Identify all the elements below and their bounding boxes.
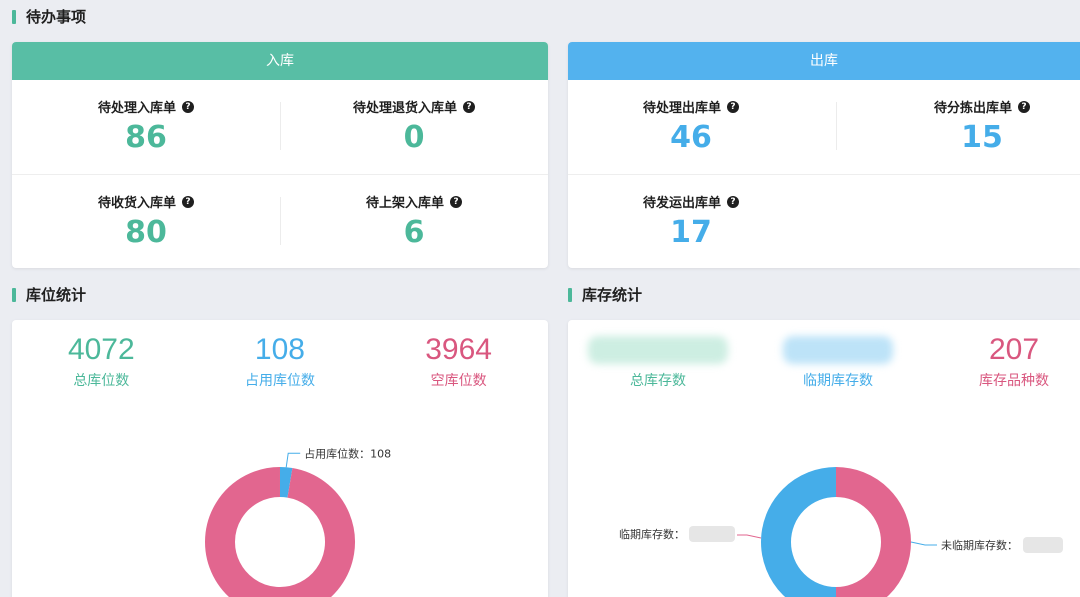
pending-receive-inbound-order-value: 80 bbox=[125, 215, 167, 250]
help-icon[interactable]: ? bbox=[450, 195, 462, 208]
help-icon[interactable]: ? bbox=[463, 100, 475, 113]
donut-slice-0[interactable] bbox=[835, 467, 911, 597]
pending-ship-outbound-order-label: 待发运出库单 bbox=[642, 196, 721, 211]
pending-pick-outbound-order[interactable]: 待分拣出库单? 15 bbox=[868, 80, 1080, 174]
help-icon[interactable]: ? bbox=[727, 195, 739, 208]
annotation-leader-line bbox=[285, 452, 301, 468]
pending-shelve-inbound-order-label: 待上架入库单 bbox=[365, 196, 444, 211]
help-icon[interactable]: ? bbox=[727, 100, 739, 113]
section-title-todo: 待办事项 bbox=[12, 8, 86, 26]
pending-receive-inbound-order[interactable]: 待收货入库单? 80 bbox=[12, 175, 280, 268]
pending-ship-outbound-order[interactable]: 待发运出库单? 17 bbox=[568, 175, 814, 268]
pending-shelve-inbound-order[interactable]: 待上架入库单? 6 bbox=[280, 175, 548, 268]
section-title-location: 库位统计 bbox=[12, 286, 86, 304]
donut-slice-1[interactable] bbox=[205, 467, 355, 597]
pending-outbound-order-label: 待处理出库单 bbox=[642, 101, 721, 116]
location-stats-card: 4072 总库位数 108 占用库位数 3964 空库位数 占用库位数：108 bbox=[12, 320, 548, 597]
pending-pick-outbound-order-value: 15 bbox=[961, 120, 1003, 155]
donut-slice-0[interactable] bbox=[279, 467, 293, 498]
pending-return-inbound-order-value: 0 bbox=[403, 120, 425, 155]
help-icon[interactable]: ? bbox=[182, 100, 194, 113]
pending-inbound-order[interactable]: 待处理入库单? 86 bbox=[12, 80, 280, 174]
inbound-card: 入库 待处理入库单? 86 待处理退货入库单? 0 待收货入库单? 80 待上架… bbox=[12, 42, 548, 268]
pending-inbound-order-label: 待处理入库单 bbox=[97, 101, 176, 116]
help-icon[interactable]: ? bbox=[182, 195, 194, 208]
pending-outbound-order[interactable]: 待处理出库单? 46 bbox=[568, 80, 814, 174]
section-title-inventory: 库存统计 bbox=[568, 286, 642, 304]
outbound-card: 出库 待处理出库单? 46 待分拣出库单? 15 待发运出库单? 17 bbox=[568, 42, 1080, 268]
annotation-label-near-expiry: 临期库存数： bbox=[619, 527, 685, 541]
donut-slice-1[interactable] bbox=[761, 467, 837, 597]
annotation-leader-line bbox=[910, 541, 937, 546]
inventory-donut-chart: 临期库存数： 未临期库存数： bbox=[619, 467, 1063, 597]
annotation-value-redacted bbox=[689, 526, 735, 542]
inbound-card-header: 入库 bbox=[12, 42, 548, 80]
annotation-label: 占用库位数：108 bbox=[304, 446, 391, 460]
pending-ship-outbound-order-value: 17 bbox=[670, 215, 712, 250]
pending-return-inbound-order[interactable]: 待处理退货入库单? 0 bbox=[280, 80, 548, 174]
inventory-stats-card: 总库存数 临期库存数 207 库存品种数 临期库存数： 未临期库存数： bbox=[568, 320, 1080, 597]
pending-inbound-order-value: 86 bbox=[125, 120, 167, 155]
help-icon[interactable]: ? bbox=[1018, 100, 1030, 113]
pending-outbound-order-value: 46 bbox=[670, 120, 712, 155]
outbound-card-header: 出库 bbox=[568, 42, 1080, 80]
pending-shelve-inbound-order-value: 6 bbox=[403, 215, 425, 250]
annotation-value-redacted bbox=[1023, 537, 1063, 553]
pending-pick-outbound-order-label: 待分拣出库单 bbox=[933, 101, 1012, 116]
annotation-label-not-near-expiry: 未临期库存数： bbox=[941, 538, 1018, 552]
pending-receive-inbound-order-label: 待收货入库单 bbox=[97, 196, 176, 211]
location-donut-chart: 占用库位数：108 bbox=[205, 446, 391, 597]
divider bbox=[836, 102, 837, 150]
annotation-leader-line bbox=[737, 534, 762, 539]
pending-return-inbound-order-label: 待处理退货入库单 bbox=[352, 101, 457, 116]
